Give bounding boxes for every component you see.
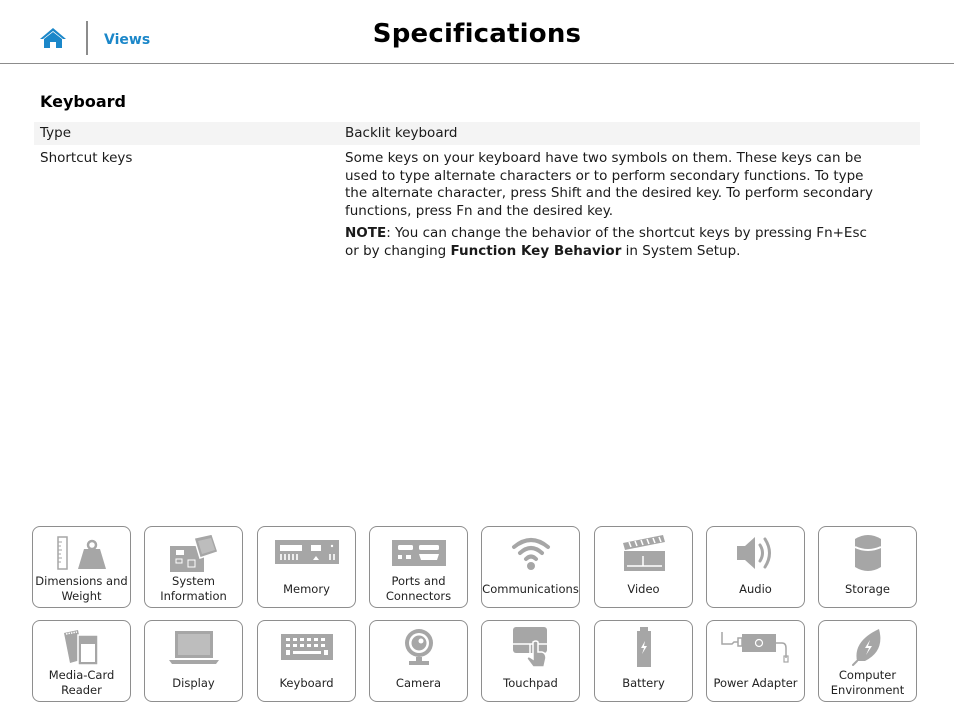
section-title: Keyboard — [40, 92, 126, 111]
nav-tile-system-information[interactable]: System Information — [144, 526, 243, 608]
tile-label: Keyboard — [279, 675, 334, 690]
page-title: Specifications — [372, 19, 582, 49]
tile-label: Storage — [845, 581, 890, 596]
nav-tile-keyboard[interactable]: Keyboard — [257, 620, 356, 702]
tile-label: Display — [172, 675, 215, 690]
tile-label: Dimensions and Weight — [35, 574, 128, 603]
laptop-display-icon — [168, 631, 219, 664]
webcam-icon — [404, 629, 433, 665]
nav-tile-audio[interactable]: Audio — [706, 526, 805, 608]
spec-value: Some keys on your keyboard have two symb… — [339, 150, 879, 265]
ports-icon — [391, 540, 446, 566]
spec-table: Type Backlit keyboard Shortcut keys Some… — [34, 122, 920, 265]
nav-tile-touchpad[interactable]: Touchpad — [481, 620, 580, 702]
keyboard-icon — [280, 634, 333, 660]
spec-label: Shortcut keys — [40, 150, 133, 166]
system-board-icon — [169, 533, 219, 572]
header-bar: Views Specifications — [0, 0, 954, 64]
tile-label: Audio — [739, 581, 772, 596]
spec-value: Backlit keyboard — [345, 124, 458, 141]
speaker-icon — [736, 537, 771, 569]
nav-tile-power-adapter[interactable]: Power Adapter — [706, 620, 805, 702]
nav-tile-storage[interactable]: Storage — [818, 526, 917, 608]
spec-label: Type — [40, 124, 72, 141]
touchpad-icon — [512, 627, 547, 668]
wifi-icon — [511, 538, 550, 570]
nav-tile-camera[interactable]: Camera — [369, 620, 468, 702]
note-emphasis: Function Key Behavior — [450, 242, 622, 259]
nav-tile-ports-connectors[interactable]: Ports and Connectors — [369, 526, 468, 608]
table-row: Type Backlit keyboard — [34, 122, 920, 145]
tile-label: Battery — [622, 675, 665, 690]
nav-tile-media-card-reader[interactable]: Media-Card Reader — [32, 620, 131, 702]
nav-tile-computer-environment[interactable]: Computer Environment — [818, 620, 917, 702]
clapperboard-icon — [622, 535, 665, 571]
sd-card-icon — [63, 630, 99, 666]
tile-label: Media-Card Reader — [48, 668, 115, 697]
tile-label: Power Adapter — [713, 675, 798, 690]
nav-tile-communications[interactable]: Communications — [481, 526, 580, 608]
power-adapter-icon — [720, 632, 789, 663]
nav-tile-memory[interactable]: Memory — [257, 526, 356, 608]
tile-label: Touchpad — [503, 675, 558, 690]
leaf-icon — [851, 629, 880, 666]
dimensions-weight-icon — [56, 536, 106, 570]
tile-label: Camera — [395, 675, 442, 690]
note-paragraph: NOTE: You can change the behavior of the… — [345, 225, 879, 260]
note-text-end: in System Setup. — [621, 242, 741, 259]
tile-label: Ports and Connectors — [385, 574, 452, 603]
shortcut-description: Some keys on your keyboard have two symb… — [345, 150, 873, 219]
nav-tile-video[interactable]: Video — [594, 526, 693, 608]
tile-label: Video — [627, 581, 660, 596]
tile-label: Communications — [482, 581, 579, 596]
nav-tile-dimensions-weight[interactable]: Dimensions and Weight — [32, 526, 131, 608]
battery-icon — [636, 627, 651, 667]
memory-module-icon — [274, 540, 339, 564]
tile-label: System Information — [160, 574, 227, 603]
nav-tile-battery[interactable]: Battery — [594, 620, 693, 702]
note-label: NOTE — [345, 225, 387, 241]
table-row: Shortcut keys Some keys on your keyboard… — [34, 145, 920, 265]
tile-label: Memory — [283, 581, 330, 596]
storage-cylinder-icon — [854, 535, 881, 571]
nav-tile-display[interactable]: Display — [144, 620, 243, 702]
tile-label: Computer Environment — [830, 668, 905, 697]
